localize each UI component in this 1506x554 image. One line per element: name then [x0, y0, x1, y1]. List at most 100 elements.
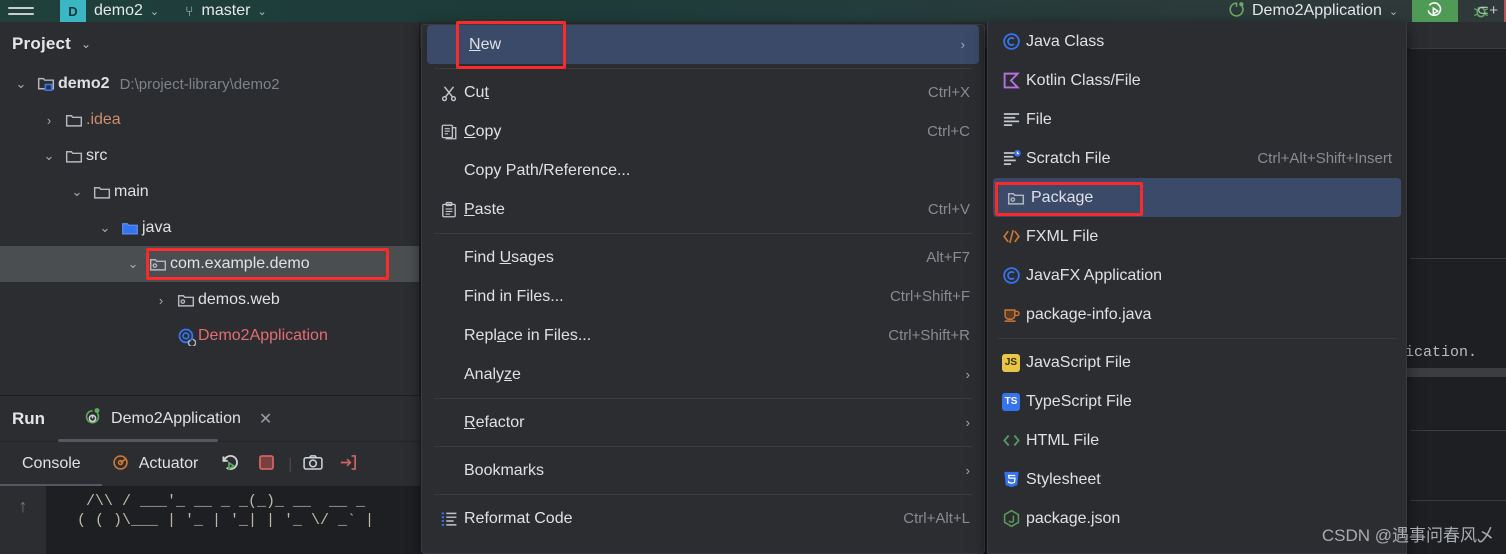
- chevron-down-icon[interactable]: ⌄: [92, 220, 118, 236]
- menu-item-label: Copy: [464, 122, 502, 140]
- tree-row-src[interactable]: ⌄ src: [0, 138, 419, 174]
- submenu-item-javafx-application[interactable]: JavaFX Application: [988, 256, 1406, 295]
- submenu-item-label: HTML File: [1026, 431, 1100, 449]
- tab-actuator[interactable]: Actuator: [95, 453, 198, 476]
- close-icon[interactable]: ✕: [259, 409, 272, 429]
- run-tab-demo2application[interactable]: Demo2Application ✕: [83, 407, 272, 430]
- menu-item-shortcut: Ctrl+Shift+R: [888, 327, 970, 344]
- run-tool-window: Run Demo2Application ✕ Console Actuator …: [0, 395, 420, 554]
- menu-item-cut[interactable]: Cut Ctrl+X: [422, 73, 984, 112]
- menu-item-find-in-files[interactable]: Find in Files... Ctrl+Shift+F: [422, 277, 984, 316]
- tab-console[interactable]: Console: [8, 455, 95, 473]
- editor-divider: [1404, 368, 1506, 377]
- chevron-right-icon[interactable]: ›: [148, 293, 174, 308]
- submenu-item-label: Scratch File: [1026, 149, 1111, 167]
- console-line-2: ( ( )\___ | '_ | '_| | '_ \/ _` |: [68, 512, 375, 529]
- submenu-item-fxml-file[interactable]: FXML File: [988, 217, 1406, 256]
- submenu-item-typescript-file[interactable]: TS TypeScript File: [988, 382, 1406, 421]
- project-panel-header[interactable]: Project ⌄: [0, 22, 419, 66]
- submenu-separator: [998, 338, 1396, 339]
- java-class-icon: [996, 32, 1026, 51]
- menu-item-label: Paste: [464, 200, 505, 218]
- menu-item-find-usages[interactable]: Find Usages Alt+F7: [422, 238, 984, 277]
- menu-separator: [434, 398, 972, 399]
- tree-row-.idea[interactable]: › .idea: [0, 102, 419, 138]
- typescript-icon: TS: [996, 392, 1026, 411]
- tree-row-main[interactable]: ⌄ main: [0, 174, 419, 210]
- submenu-item-html-file[interactable]: HTML File: [988, 421, 1406, 460]
- actuator-icon: [111, 453, 130, 476]
- editor-divider: [1410, 48, 1506, 49]
- hamburger-icon[interactable]: [8, 7, 34, 15]
- chevron-right-icon: ›: [965, 463, 970, 478]
- chevron-down-icon[interactable]: ⌄: [64, 184, 90, 200]
- chevron-down-icon[interactable]: ⌄: [150, 5, 159, 18]
- git-branch-icon: ⑂: [185, 3, 194, 19]
- new-ui-feedback-icon[interactable]: ⊂+: [1477, 0, 1498, 22]
- menu-item-refactor[interactable]: Refactor ›: [422, 403, 984, 442]
- menu-item-label: New: [469, 35, 502, 53]
- tree-row-label: java: [142, 219, 172, 236]
- menu-item-paste[interactable]: Paste Ctrl+V: [422, 190, 984, 229]
- submenu-item-javascript-file[interactable]: JS JavaScript File: [988, 343, 1406, 382]
- tree-row-demos.web[interactable]: › demos.web: [0, 282, 419, 318]
- menu-item-analyze[interactable]: Analyze ›: [422, 355, 984, 394]
- chevron-down-icon[interactable]: ⌄: [81, 37, 91, 51]
- source-folder-icon: [118, 219, 142, 237]
- menu-item-reformat-code[interactable]: Reformat Code Ctrl+Alt+L: [422, 499, 984, 538]
- rerun-icon[interactable]: [198, 452, 241, 477]
- spring-class-icon: [174, 327, 198, 346]
- run-config-name[interactable]: Demo2Application: [1252, 2, 1382, 20]
- project-name-label[interactable]: demo2: [94, 2, 143, 20]
- scratch-file-icon: [996, 149, 1026, 168]
- tree-row-demo2[interactable]: ⌄ demo2 D:\project-library\demo2: [0, 66, 419, 102]
- project-tree[interactable]: ⌄ demo2 D:\project-library\demo2 › .idea ⌄ src…: [0, 66, 419, 354]
- new-submenu[interactable]: Java Class Kotlin Class/File File Scratch F…: [987, 22, 1407, 554]
- tree-row-java[interactable]: ⌄ java: [0, 210, 419, 246]
- submenu-item-kotlin-class-file[interactable]: Kotlin Class/File: [988, 61, 1406, 100]
- menu-item-label: Find Usages: [464, 248, 554, 266]
- tree-row-com.example.demo[interactable]: ⌄ com.example.demo: [0, 246, 419, 282]
- package-icon: [1001, 189, 1031, 207]
- console-output[interactable]: ↑ /\\ / ___'_ __ _ _(_)_ __ __ _ ( ( )\_…: [0, 486, 420, 554]
- chevron-down-icon[interactable]: ⌄: [257, 5, 266, 18]
- tree-row-label: .idea: [86, 111, 121, 128]
- context-menu[interactable]: New › Cut Ctrl+X Copy Ctrl+C Copy Path/Referen…: [421, 24, 985, 554]
- menu-item-copy-path-reference[interactable]: Copy Path/Reference...: [422, 151, 984, 190]
- run-tab-label: Demo2Application: [111, 409, 241, 427]
- submenu-item-label: JavaScript File: [1026, 353, 1131, 371]
- chevron-down-icon[interactable]: ⌄: [8, 76, 34, 92]
- paste-icon: [434, 201, 464, 219]
- menu-item-replace-in-files[interactable]: Replace in Files... Ctrl+Shift+R: [422, 316, 984, 355]
- chevron-down-icon[interactable]: ⌄: [120, 256, 146, 272]
- html-file-icon: [996, 431, 1026, 450]
- submenu-item-scratch-file[interactable]: Scratch File Ctrl+Alt+Shift+Insert: [988, 139, 1406, 178]
- run-button[interactable]: [1412, 0, 1459, 22]
- tree-row-label: com.example.demo: [170, 255, 310, 272]
- submenu-item-package-info-java[interactable]: package-info.java: [988, 295, 1406, 334]
- menu-item-label: Find in Files...: [464, 287, 564, 305]
- fxml-file-icon: [996, 227, 1026, 246]
- submenu-item-file[interactable]: File: [988, 100, 1406, 139]
- export-icon[interactable]: [324, 453, 358, 476]
- camera-icon[interactable]: [292, 453, 324, 476]
- chevron-right-icon[interactable]: ›: [36, 113, 62, 128]
- submenu-item-package[interactable]: Package: [993, 178, 1401, 217]
- submenu-item-java-class[interactable]: Java Class: [988, 22, 1406, 61]
- branch-name-label[interactable]: master: [202, 2, 251, 20]
- submenu-item-stylesheet[interactable]: Stylesheet: [988, 460, 1406, 499]
- stop-icon[interactable]: [241, 453, 276, 476]
- menu-item-shortcut: Ctrl+Shift+F: [889, 288, 970, 305]
- scroll-up-icon[interactable]: ↑: [0, 486, 46, 554]
- chevron-down-icon[interactable]: ⌄: [1389, 5, 1398, 18]
- menu-item-bookmarks[interactable]: Bookmarks ›: [422, 451, 984, 490]
- tree-row-path: D:\project-library\demo2: [119, 75, 280, 93]
- chevron-down-icon[interactable]: ⌄: [36, 148, 62, 164]
- menu-item-shortcut: Ctrl+C: [927, 123, 970, 140]
- menu-item-new[interactable]: New ›: [427, 25, 979, 64]
- menu-item-label: Reformat Code: [464, 509, 573, 527]
- menu-item-copy[interactable]: Copy Ctrl+C: [422, 112, 984, 151]
- tree-row-demo2application[interactable]: ·Demo2Application: [0, 318, 419, 354]
- submenu-item-label: Stylesheet: [1026, 470, 1101, 488]
- menu-separator: [434, 68, 972, 69]
